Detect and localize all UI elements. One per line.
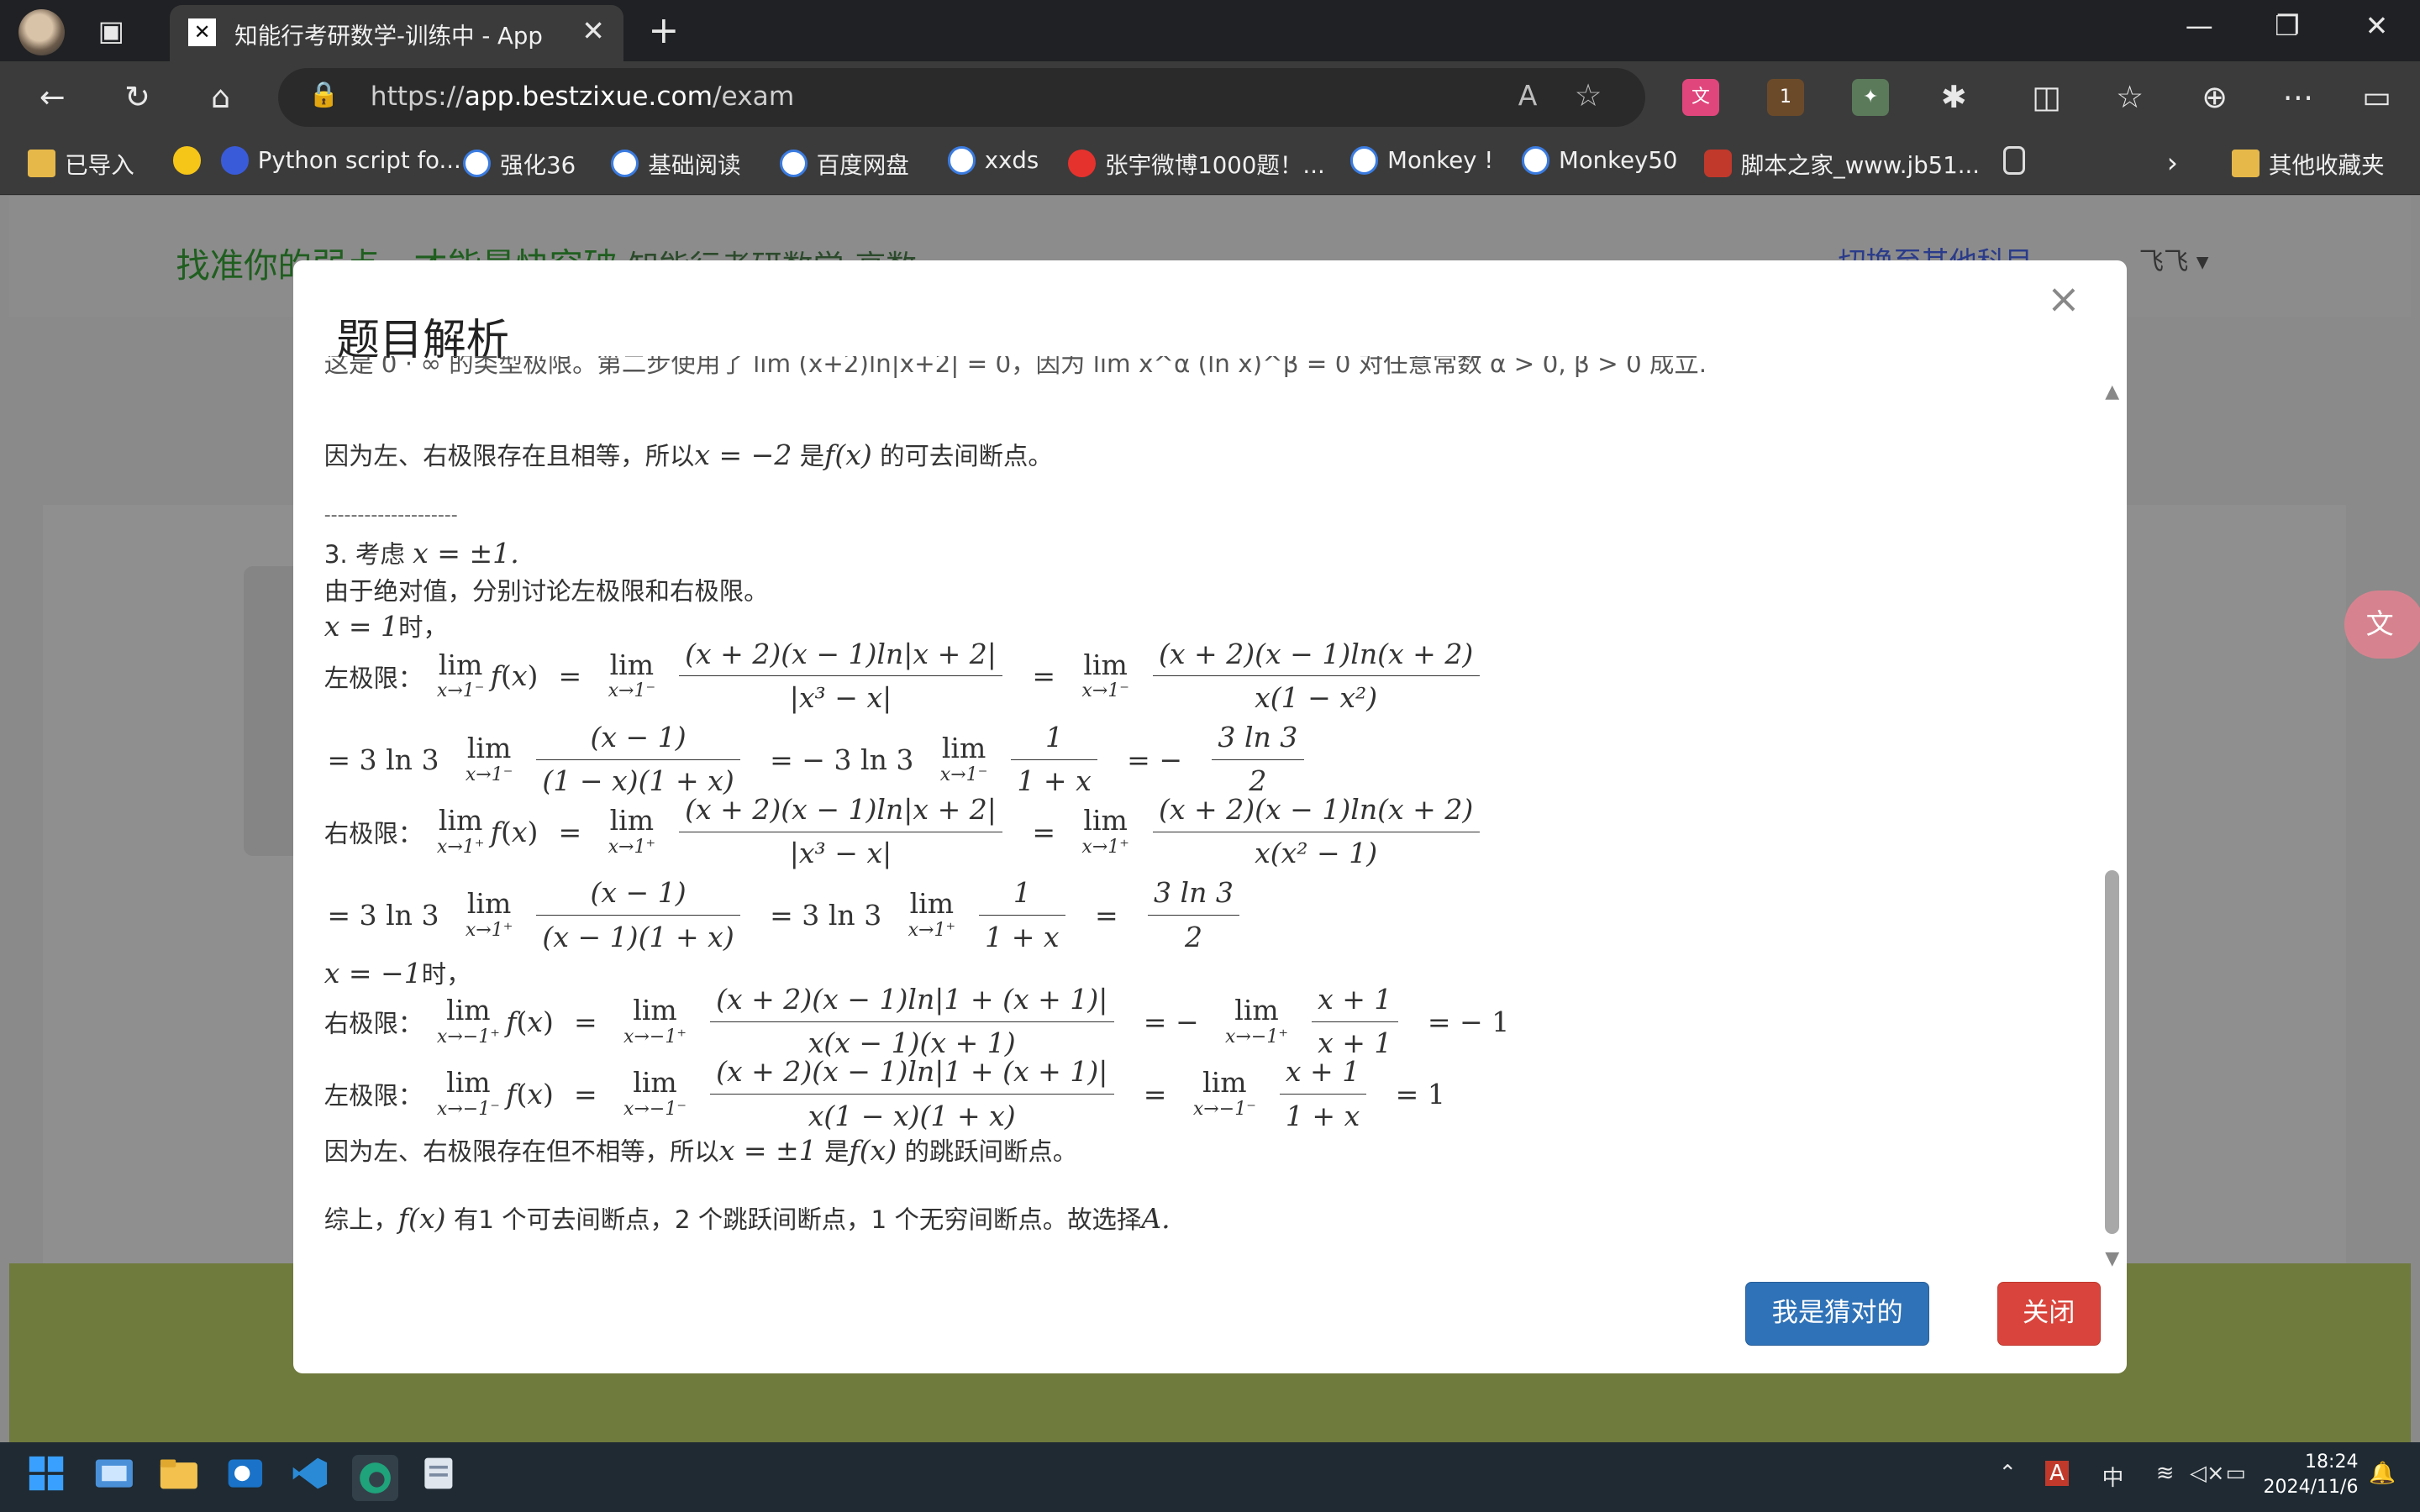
translate-extension-icon[interactable]: 文: [1682, 78, 1720, 116]
lock-icon[interactable]: 🔒: [308, 80, 339, 109]
favorite-star-icon[interactable]: ☆: [1575, 77, 1602, 113]
restore-icon[interactable]: ❐: [2264, 9, 2310, 42]
notification-bell-icon[interactable]: 🔔: [2369, 1461, 2396, 1486]
weibo-icon: [1067, 149, 1097, 177]
notepad-icon[interactable]: [418, 1455, 465, 1501]
folder-icon: [2231, 149, 2260, 177]
home-icon[interactable]: ⌂: [199, 77, 242, 118]
bookmark-item[interactable]: 张宇微博1000题！...: [1067, 146, 1325, 180]
bookmark-item[interactable]: 基础阅读: [611, 146, 741, 180]
emoji-icon: [172, 146, 201, 175]
system-clock[interactable]: 18:24 2024/11/6: [2264, 1450, 2359, 1499]
screenshot-tool-icon[interactable]: [94, 1455, 140, 1501]
formula-right-limit-1b: = 3 ln 3 lim x→1⁺ (x − 1) (x − 1)(1 + x) =…: [324, 876, 1249, 954]
removable-conclusion: 因为左、右极限存在且相等，所以x = −2 是f(x) 的可去间断点。: [324, 438, 1053, 471]
minimize-icon[interactable]: —: [2176, 9, 2223, 42]
bookmarks-more-chevron-icon[interactable]: ›: [2167, 146, 2178, 179]
browser-toolbar: ← ↻ ⌂ 🔒 https://app.bestzixue.com/exam A…: [0, 61, 2420, 133]
read-aloud-icon[interactable]: A: [1518, 79, 1538, 112]
script-extension-icon[interactable]: ✦: [1852, 78, 1890, 116]
bookmark-item[interactable]: Python script fo...: [220, 146, 461, 175]
extensions-puzzle-icon[interactable]: ✱: [1933, 77, 1975, 118]
formula-left-limit-1b: = 3 ln 3 lim x→1⁻ (x − 1) (1 − x)(1 + x) =…: [324, 721, 1313, 799]
sidebar-toggle-icon[interactable]: ▭: [2355, 77, 2398, 118]
tab-actions-icon[interactable]: ▣: [92, 13, 129, 50]
monkey-extension-icon[interactable]: 1: [1767, 78, 1805, 116]
user-menu[interactable]: 飞飞 ▾: [2139, 242, 2209, 277]
window-close-icon[interactable]: ✕: [2354, 9, 2400, 42]
bookmark-item[interactable]: xxds: [947, 146, 1039, 175]
back-icon[interactable]: ←: [31, 77, 74, 118]
guessed-correct-button[interactable]: 我是猜对的: [1745, 1282, 1930, 1346]
bookmarks-bar: 已导入 Python script fo... 强化36 基础阅读 百度网盘 x…: [0, 132, 2420, 196]
favorites-icon[interactable]: ☆: [2108, 77, 2151, 118]
address-bar[interactable]: 🔒 https://app.bestzixue.com/exam A ☆: [277, 67, 1645, 127]
profile-avatar[interactable]: [18, 9, 66, 56]
summary: 综上，f(x) 有1 个可去间断点，2 个跳跃间断点，1 个无穷间断点。故选择A…: [324, 1201, 1171, 1235]
refresh-icon[interactable]: ↻: [116, 77, 159, 118]
baidu-cloud-icon: [779, 149, 808, 177]
outlook-icon[interactable]: [225, 1455, 271, 1501]
browser-tab-active[interactable]: ✕ 知能行考研数学-训练中 - App ✕: [170, 4, 624, 62]
collections-icon[interactable]: ⊕: [2193, 77, 2236, 118]
formula-left-limit-m1: 左极限： lim x→−1⁻ f(x) = lim x→−1⁻ (x + 2)(x −…: [324, 1055, 1445, 1132]
baidu-cloud-icon: [1521, 146, 1550, 175]
translate-fab-icon[interactable]: 文: [2344, 591, 2420, 659]
bookmark-folder-other[interactable]: 其他收藏夹: [2231, 146, 2385, 180]
jb51-icon: [1703, 149, 1732, 177]
scroll-down-arrow-icon[interactable]: ▼: [2105, 1248, 2119, 1269]
formula-left-limit-1: 左极限： lim x→1⁻ f(x) = lim x→1⁻ (x + 2)(x − 1…: [324, 638, 1489, 716]
split-screen-icon[interactable]: ◫: [2025, 77, 2068, 118]
scroll-up-arrow-icon[interactable]: ▲: [2105, 381, 2119, 402]
bookmark-item[interactable]: 脚本之家_www.jb51...: [1703, 146, 1980, 180]
bookmark-folder[interactable]: 已导入: [28, 146, 134, 180]
jump-conclusion: 因为左、右极限存在但不相等，所以x = ±1 是f(x) 的跳跃间断点。: [324, 1134, 1078, 1168]
scrollbar-thumb[interactable]: [2105, 869, 2119, 1235]
page-icon: [2003, 146, 2025, 175]
step3-heading: 3. 考虑 x = ±1.: [324, 537, 519, 570]
site-favicon-icon: ✕: [188, 18, 217, 47]
baidu-cloud-icon: [611, 149, 639, 177]
baidu-cloud-icon: [947, 146, 976, 175]
volume-muted-icon[interactable]: ◁×: [2190, 1461, 2224, 1486]
bookmark-item[interactable]: 百度网盘: [779, 146, 909, 180]
bookmark-emoji[interactable]: [172, 146, 201, 175]
modal-close-icon[interactable]: ×: [2047, 276, 2081, 323]
separator: --------------------: [324, 504, 458, 526]
modal-content: 这是 0 · ∞ 的类型极限。第二步使用了 lim (x+2)ln|x+2| =…: [324, 356, 2099, 1248]
vscode-icon[interactable]: [290, 1455, 336, 1501]
clipped-line: 这是 0 · ∞ 的类型极限。第二步使用了 lim (x+2)ln|x+2| =…: [324, 356, 1707, 378]
file-explorer-icon[interactable]: [159, 1455, 205, 1501]
spiral-icon: [220, 146, 249, 175]
browser-tab-bar: ▣ ✕ 知能行考研数学-训练中 - App ✕ + — ❐ ✕: [0, 0, 2420, 62]
new-tab-icon[interactable]: +: [648, 9, 679, 52]
url-text: https://app.bestzixue.com/exam: [370, 81, 795, 113]
battery-icon[interactable]: ▭: [2226, 1461, 2246, 1486]
formula-right-limit-m1: 右极限： lim x→−1⁺ f(x) = lim x→−1⁺ (x + 2)(x −…: [324, 982, 1510, 1060]
start-icon[interactable]: [28, 1455, 74, 1501]
bookmark-item[interactable]: 强化36: [463, 146, 576, 180]
more-menu-icon[interactable]: ⋯: [2276, 77, 2319, 118]
wifi-icon[interactable]: ≋: [2156, 1461, 2175, 1486]
tab-title: 知能行考研数学-训练中 - App: [234, 23, 543, 50]
analysis-modal: 题目解析 × 这是 0 · ∞ 的类型极限。第二步使用了 lim (x+2)ln…: [292, 260, 2127, 1373]
edge-icon[interactable]: [351, 1455, 398, 1502]
windows-taskbar: ⌃ A 中 ≋ ◁× ▭ 18:24 2024/11/6 🔔: [0, 1442, 2420, 1512]
bookmark-item[interactable]: Monkey50: [1521, 146, 1677, 175]
step3-desc: 由于绝对值，分别讨论左极限和右极限。: [324, 577, 769, 606]
folder-icon: [28, 149, 56, 177]
bookmark-item[interactable]: Monkey !: [1350, 146, 1493, 175]
tab-close-icon[interactable]: ✕: [581, 14, 605, 47]
tray-chevron-icon[interactable]: ⌃: [1999, 1461, 2018, 1486]
baidu-cloud-icon: [1350, 146, 1379, 175]
close-button[interactable]: 关闭: [1996, 1282, 2101, 1346]
baidu-cloud-icon: [463, 149, 492, 177]
formula-right-limit-1: 右极限： lim x→1⁺ f(x) = lim x→1⁺ (x + 2)(x − 1…: [324, 793, 1489, 871]
bookmark-page-icon[interactable]: [2003, 146, 2025, 175]
ime-icon[interactable]: 中: [2102, 1461, 2124, 1492]
tray-app-a-icon[interactable]: A: [2044, 1461, 2070, 1487]
